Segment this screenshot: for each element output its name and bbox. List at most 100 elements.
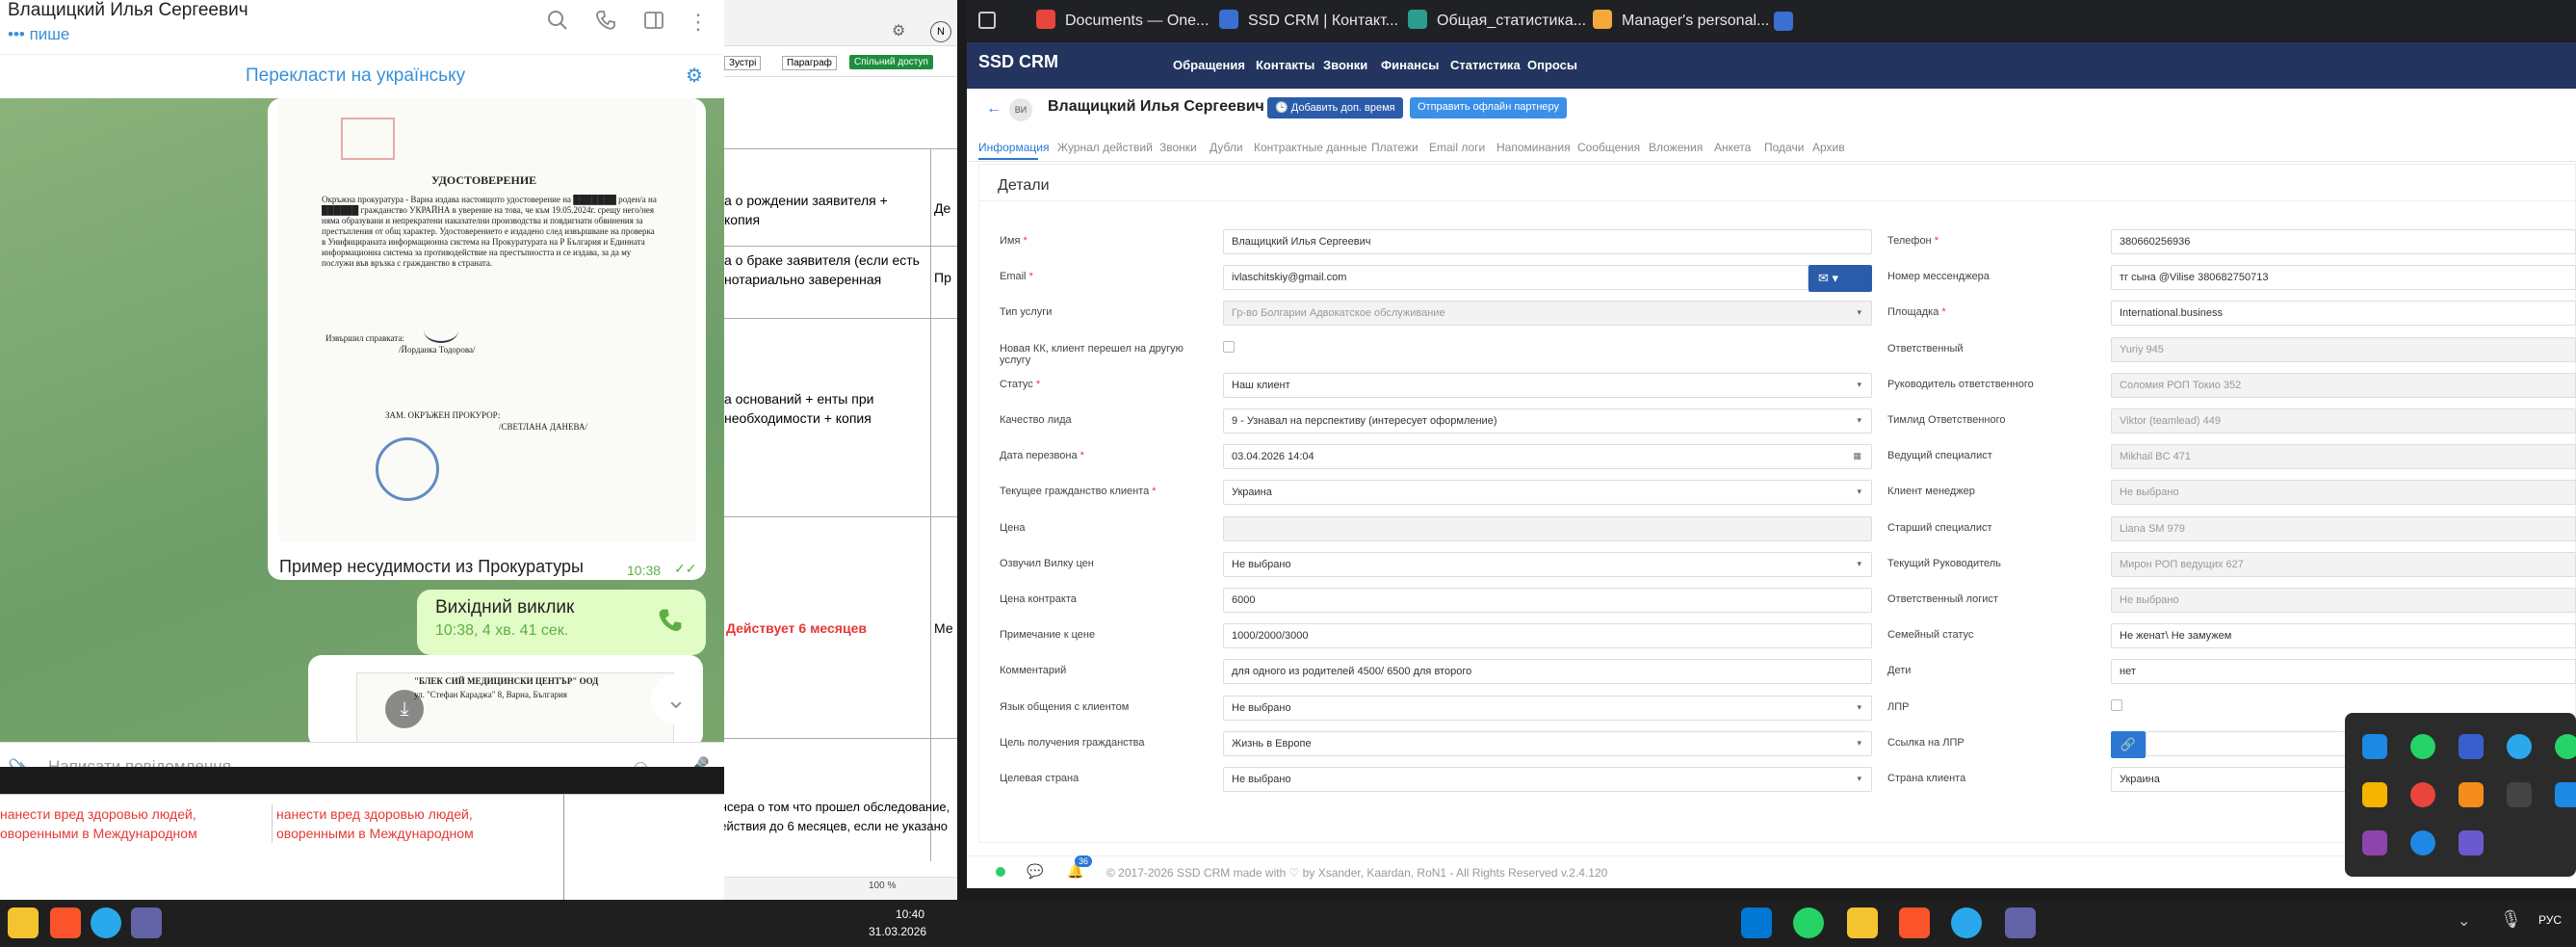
menu-meetings[interactable]: Зустрі [724, 56, 762, 70]
tab-reminders[interactable]: Напоминания [1496, 141, 1571, 154]
left-field-14[interactable]: Жизнь в Европе ▾ [1223, 730, 1872, 756]
tab-questionnaire[interactable]: Анкета [1714, 141, 1751, 154]
whatsapp-taskbar-icon[interactable] [1793, 908, 1824, 938]
contact-name[interactable]: Влащицкий Илья Сергеевич [8, 0, 248, 21]
add-extra-time-button[interactable]: 🕒 Добавить доп. время [1267, 97, 1403, 118]
nav-calls[interactable]: Звонки [1323, 58, 1367, 72]
tab-payments[interactable]: Платежи [1371, 141, 1418, 154]
nav-surveys[interactable]: Опросы [1527, 58, 1577, 72]
brave-icon[interactable] [50, 908, 81, 938]
tab-email-logs[interactable]: Email логи [1429, 141, 1485, 154]
nav-finance[interactable]: Финансы [1381, 58, 1439, 72]
attach-icon[interactable]: 📎 [8, 757, 32, 767]
more-menu-icon[interactable]: ⋮ [686, 10, 711, 35]
left-field-15[interactable]: Не выбрано ▾ [1223, 767, 1872, 792]
new-tab-favicon[interactable] [1774, 12, 1793, 31]
whatsapp-icon[interactable] [2410, 734, 2435, 759]
chat-icon[interactable]: 💬 [1027, 863, 1043, 880]
clock-time[interactable]: 10:40 [896, 908, 924, 921]
link-icon[interactable]: 🔗 [2111, 730, 2146, 758]
left-field-2[interactable]: Гр-во Болгарии Адвокатское обслуживание ▾ [1223, 301, 1872, 327]
translate-settings-icon[interactable]: ⚙ [686, 64, 703, 88]
browser-tab-crm[interactable]: SSD CRM | Контакт... [1219, 10, 1398, 30]
font-app-icon[interactable] [2459, 734, 2484, 759]
left-checkbox-3[interactable] [1223, 340, 1235, 353]
tray-chevron-icon[interactable]: ⌄ [2458, 911, 2470, 931]
chrome-icon[interactable] [2410, 782, 2435, 807]
calendar-icon[interactable]: ▦ [1853, 451, 1861, 461]
left-field-8[interactable] [1223, 515, 1872, 541]
left-field-5[interactable]: 9 - Узнавал на перспективу (интересует о… [1223, 408, 1872, 434]
back-arrow-icon[interactable]: ← [986, 100, 1002, 118]
microphone-tray-icon[interactable]: 🎙 [2500, 909, 2522, 930]
nav-statistics[interactable]: Статистика [1450, 58, 1521, 72]
windows-start-icon[interactable] [1741, 908, 1772, 938]
tab-grid-icon[interactable] [978, 12, 996, 29]
notes-icon[interactable] [2362, 782, 2387, 807]
browser-tab-manager[interactable]: Manager's personal... [1593, 10, 1769, 30]
user-avatar[interactable]: N [930, 21, 951, 42]
right-checkbox-13[interactable] [2111, 698, 2122, 711]
translate-label[interactable]: Перекласти на українську [246, 66, 465, 87]
zoom-level[interactable]: 100 % [869, 881, 896, 891]
tab-duplicates[interactable]: Дубли [1210, 141, 1243, 154]
search-icon[interactable] [545, 10, 570, 35]
right-field-12[interactable]: нет [2111, 659, 2576, 685]
send-email-button[interactable]: ✉ ▾ [1808, 265, 1872, 293]
left-field-6[interactable]: 03.04.2026 14:04 ▦ [1223, 444, 1872, 470]
left-field-12[interactable]: для одного из родителей 4500/ 6500 для в… [1223, 659, 1872, 685]
input-language[interactable]: РУС [2538, 913, 2562, 927]
crm-logo[interactable]: SSD CRM [978, 52, 1058, 72]
office-icon[interactable] [2459, 782, 2484, 807]
tab-calls[interactable]: Звонки [1159, 141, 1197, 154]
brave-taskbar-icon[interactable] [1899, 908, 1930, 938]
nav-requests[interactable]: Обращения [1173, 58, 1245, 72]
folder-taskbar-icon[interactable] [1847, 908, 1878, 938]
left-field-1[interactable]: ivlaschitskiy@gmail.com [1223, 265, 1808, 291]
telegram-tray-icon[interactable] [2507, 734, 2532, 759]
tab-info[interactable]: Информация [978, 141, 1049, 154]
mic-tray-icon[interactable] [2507, 782, 2532, 807]
tab-submissions[interactable]: Подачи [1764, 141, 1804, 154]
left-field-0[interactable]: Влащицкий Илья Сергеевич [1223, 229, 1872, 254]
tab-activity-log[interactable]: Журнал действий [1057, 141, 1153, 154]
call-back-phone-icon[interactable] [655, 607, 686, 638]
edge-icon[interactable] [2410, 830, 2435, 855]
left-field-7[interactable]: Украина ▾ [1223, 480, 1872, 506]
left-field-10[interactable]: 6000 [1223, 588, 1872, 613]
left-field-13[interactable]: Не выбрано ▾ [1223, 695, 1872, 721]
document-image-message-2[interactable]: "БЛЕК СИЙ МЕДИЦИНСКИ ЦЕНТЪР" ООД ул. "Ст… [308, 655, 703, 748]
download-icon[interactable]: ⤓ [385, 690, 424, 728]
gear-icon[interactable]: ⚙ [892, 21, 905, 40]
browser-tab-statistics[interactable]: Общая_статистика... [1408, 10, 1586, 30]
right-field-11[interactable]: Не женат\ Не замужем [2111, 623, 2576, 649]
scroll-down-button[interactable]: ⌄ [651, 674, 701, 724]
tab-contract-data[interactable]: Контрактные данные [1254, 141, 1367, 154]
cloud-icon[interactable] [2555, 782, 2576, 807]
share-button[interactable]: Спільний доступ [849, 55, 933, 69]
onedrive-icon[interactable] [2362, 734, 2387, 759]
message-input[interactable]: Написати повідомлення... [48, 757, 245, 767]
right-field-0[interactable]: 380660256936 [2111, 229, 2576, 254]
teams-taskbar-icon[interactable] [131, 908, 162, 938]
emoji-icon[interactable]: ☺ [630, 755, 651, 767]
left-field-9[interactable]: Не выбрано ▾ [1223, 551, 1872, 577]
feather-icon[interactable] [2362, 830, 2387, 855]
whatsapp-tray-icon[interactable] [2555, 734, 2576, 759]
menu-paragraph[interactable]: Параграф [782, 56, 837, 70]
telegram-taskbar-icon[interactable] [91, 908, 121, 938]
left-field-11[interactable]: 1000/2000/3000 [1223, 623, 1872, 649]
sidebar-toggle-icon[interactable] [641, 10, 666, 35]
nav-contacts[interactable]: Контакты [1256, 58, 1314, 72]
telegram-taskbar-icon-2[interactable] [1951, 908, 1982, 938]
right-field-2[interactable]: International.business [2111, 301, 2576, 327]
left-field-4[interactable]: Наш клиент ▾ [1223, 372, 1872, 398]
browser-tab-documents[interactable]: Documents — One... [1036, 10, 1209, 30]
tab-archive[interactable]: Архив [1812, 141, 1845, 154]
document-image[interactable]: УДОСТОВЕРЕНИЕ Окръжна прокуратура - Варн… [279, 98, 695, 541]
send-offline-partner-button[interactable]: Отправить офлайн партнеру [1410, 97, 1568, 118]
right-field-1[interactable]: тг сына @Vilise 380682750713 [2111, 265, 2576, 291]
teams-tray-icon[interactable] [2459, 830, 2484, 855]
tab-attachments[interactable]: Вложения [1649, 141, 1703, 154]
teams-taskbar-icon-2[interactable] [2005, 908, 2036, 938]
